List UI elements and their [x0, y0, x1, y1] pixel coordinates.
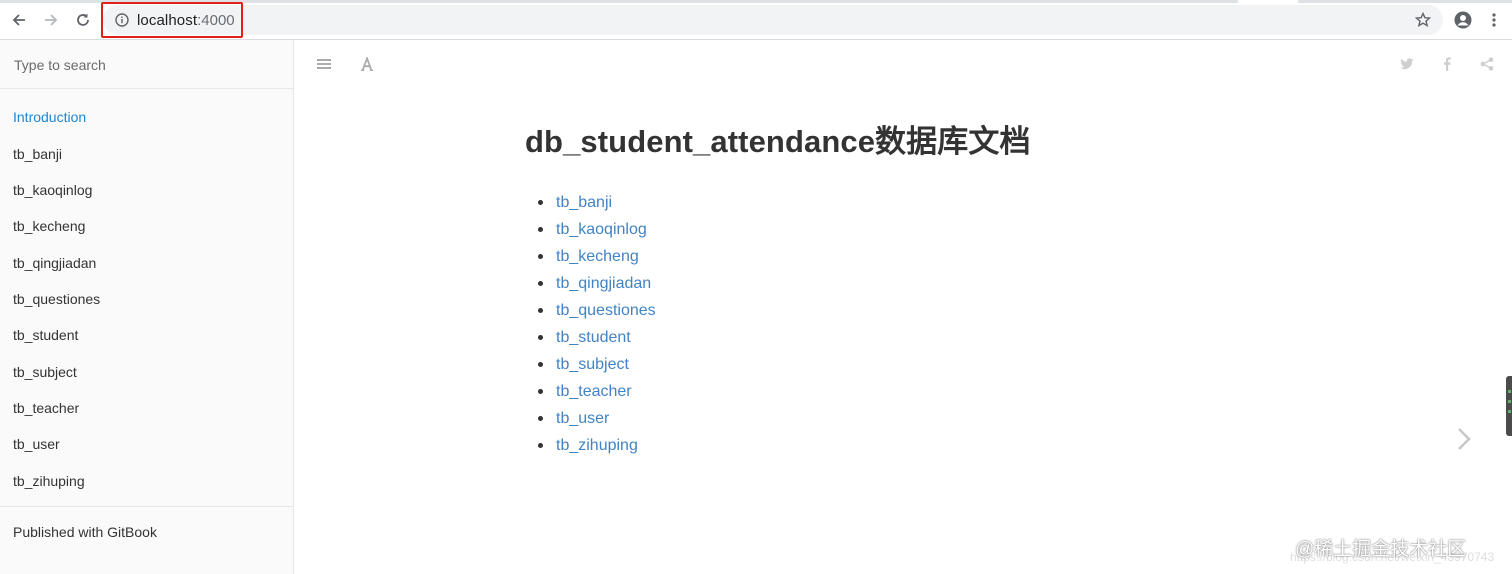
- list-item: tb_teacher: [527, 381, 656, 408]
- handle-dot: [1508, 390, 1511, 393]
- toc-link-tb-qingjiadan[interactable]: tb_qingjiadan: [556, 275, 651, 292]
- star-icon: [1415, 12, 1431, 28]
- sidebar-item-tb-qingjiadan[interactable]: tb_qingjiadan: [13, 255, 96, 271]
- bullet: [538, 362, 543, 367]
- sidebar-item-tb-student[interactable]: tb_student: [13, 327, 78, 343]
- toc-link-tb-kaoqinlog[interactable]: tb_kaoqinlog: [556, 221, 647, 238]
- bullet: [538, 443, 543, 448]
- toc-link-tb-banji[interactable]: tb_banji: [556, 194, 612, 211]
- sidebar-item-tb-user[interactable]: tb_user: [13, 436, 60, 452]
- toc-link-tb-user[interactable]: tb_user: [556, 410, 609, 427]
- bullet: [538, 254, 543, 259]
- list-item: tb_user: [527, 408, 656, 435]
- font-settings-button[interactable]: [358, 56, 376, 72]
- page-title: db_student_attendance数据库文档: [525, 124, 1031, 159]
- share-icon: [1480, 57, 1494, 71]
- table-list: tb_banji tb_kaoqinlog tb_kecheng tb_qing…: [527, 192, 656, 462]
- chevron-right-icon: [1458, 428, 1471, 450]
- list-item: tb_kecheng: [527, 246, 656, 273]
- menu-icon: [1492, 13, 1496, 27]
- url-port: :4000: [197, 11, 235, 29]
- font-settings-icon: [361, 57, 373, 71]
- list-item: tb_student: [527, 327, 656, 354]
- sidebar-item-tb-zihuping[interactable]: tb_zihuping: [13, 473, 85, 489]
- browser-toolbar: localhost:4000: [0, 0, 1512, 40]
- share-button[interactable]: [1478, 56, 1496, 72]
- side-scroll-handle[interactable]: [1506, 376, 1512, 436]
- facebook-icon: [1444, 57, 1451, 71]
- sidebar-item-tb-kaoqinlog[interactable]: tb_kaoqinlog: [13, 182, 92, 198]
- toc-link-tb-zihuping[interactable]: tb_zihuping: [556, 437, 638, 454]
- book-body: db_student_attendance数据库文档 tb_banji tb_k…: [294, 40, 1512, 574]
- published-with-gitbook-link[interactable]: Published with GitBook: [13, 524, 157, 540]
- toc-toggle-button[interactable]: [315, 56, 333, 72]
- forward-icon: [45, 14, 58, 26]
- toc-link-tb-subject[interactable]: tb_subject: [556, 356, 629, 373]
- sidebar-item-tb-banji[interactable]: tb_banji: [13, 146, 62, 162]
- back-button[interactable]: [7, 8, 31, 32]
- profile-button[interactable]: [1451, 8, 1475, 32]
- sidebar-item-tb-questiones[interactable]: tb_questiones: [13, 291, 100, 307]
- handle-dot: [1508, 410, 1511, 413]
- sidebar-item-introduction[interactable]: Introduction: [13, 109, 86, 125]
- bullet: [538, 281, 543, 286]
- facebook-share-button[interactable]: [1438, 56, 1456, 72]
- address-bar[interactable]: [103, 5, 1443, 35]
- watermark: @稀土掘金技术社区: [1295, 539, 1467, 560]
- toc-toggle-icon: [317, 59, 331, 69]
- bullet: [538, 335, 543, 340]
- list-item: tb_subject: [527, 354, 656, 381]
- toc-link-tb-student[interactable]: tb_student: [556, 329, 631, 346]
- search-input[interactable]: [12, 53, 276, 77]
- bullet: [538, 308, 543, 313]
- list-item: tb_questiones: [527, 300, 656, 327]
- toc-link-tb-kecheng[interactable]: tb_kecheng: [556, 248, 639, 265]
- url-highlight-box[interactable]: localhost:4000: [101, 2, 243, 38]
- bullet: [538, 227, 543, 232]
- list-item: tb_zihuping: [527, 435, 656, 462]
- bullet: [538, 200, 543, 205]
- bookmark-button[interactable]: [1411, 8, 1435, 32]
- url-host: localhost: [137, 11, 198, 29]
- forward-button[interactable]: [39, 8, 63, 32]
- list-item: tb_qingjiadan: [527, 273, 656, 300]
- sidebar-divider: [0, 506, 293, 507]
- twitter-icon: [1400, 58, 1414, 70]
- toc-link-tb-teacher[interactable]: tb_teacher: [556, 383, 632, 400]
- sidebar-item-tb-subject[interactable]: tb_subject: [13, 364, 77, 380]
- browser-menu-button[interactable]: [1482, 8, 1506, 32]
- handle-dot: [1508, 400, 1511, 403]
- toc-link-tb-questiones[interactable]: tb_questiones: [556, 302, 656, 319]
- sidebar-item-tb-teacher[interactable]: tb_teacher: [13, 400, 79, 416]
- list-item: tb_banji: [527, 192, 656, 219]
- book-summary-sidebar: Introduction tb_banji tb_kaoqinlog tb_ke…: [0, 40, 294, 574]
- search-box: [0, 40, 293, 89]
- twitter-share-button[interactable]: [1398, 56, 1416, 72]
- list-item: tb_kaoqinlog: [527, 219, 656, 246]
- back-icon: [12, 14, 25, 26]
- reload-button[interactable]: [71, 8, 95, 32]
- next-page-button[interactable]: [1454, 426, 1474, 452]
- info-icon[interactable]: [115, 13, 129, 27]
- active-tab-edge: [1238, 0, 1298, 3]
- bullet: [538, 389, 543, 394]
- profile-icon: [1454, 11, 1472, 29]
- bullet: [538, 416, 543, 421]
- reload-icon: [77, 13, 89, 26]
- sidebar-item-tb-kecheng[interactable]: tb_kecheng: [13, 218, 85, 234]
